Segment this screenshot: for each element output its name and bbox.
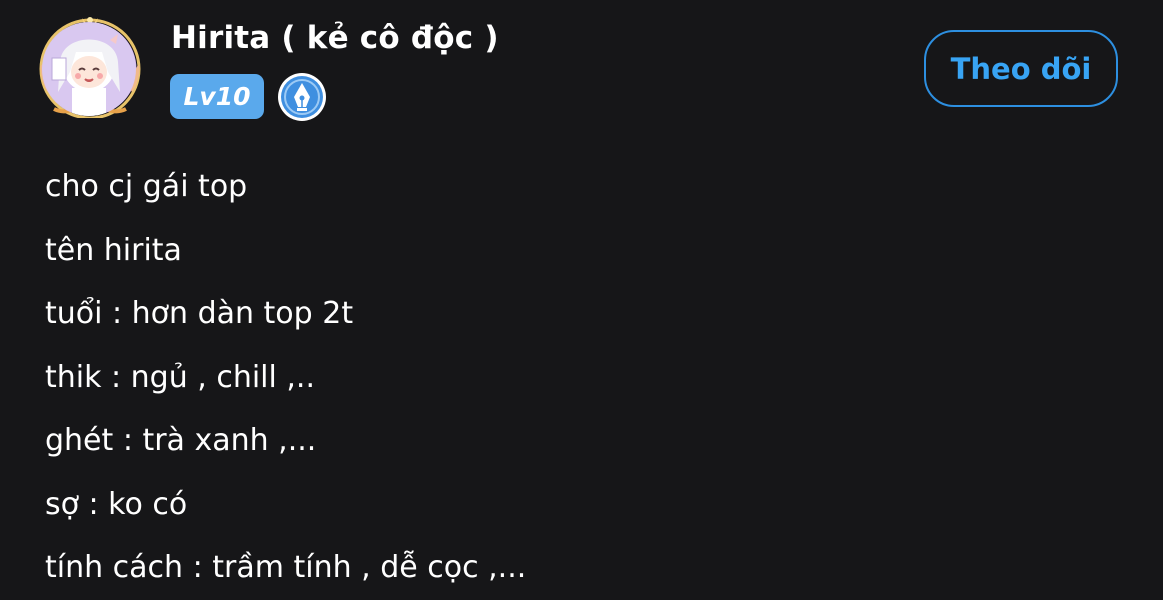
level-badge: Lv10	[170, 74, 264, 119]
post-line: sợ : ko có	[45, 486, 188, 522]
post-line: tuổi : hơn dàn top 2t	[45, 296, 354, 331]
post-line: thik : ngủ , chill ,..	[45, 359, 315, 395]
post-line: ghét : trà xanh ,...	[45, 423, 317, 458]
post-content: cho cj gái top tên hirita tuổi : hơn dàn…	[45, 155, 526, 600]
level-label: Lv10	[183, 82, 251, 111]
post-line: cho cj gái top	[45, 169, 248, 204]
anime-girl-avatar-icon	[42, 22, 136, 116]
follow-button[interactable]: Theo dõi	[924, 30, 1118, 107]
post-line: tên hirita	[45, 232, 182, 268]
post-card: Hirita ( kẻ cô độc ) Lv10 Theo dõi cho c…	[0, 0, 1163, 600]
post-line: tính cách : trầm tính , dễ cọc ,...	[45, 550, 527, 585]
pen-nib-badge-icon	[276, 71, 328, 123]
avatar[interactable]	[34, 14, 146, 120]
author-name[interactable]: Hirita ( kẻ cô độc )	[171, 20, 499, 56]
